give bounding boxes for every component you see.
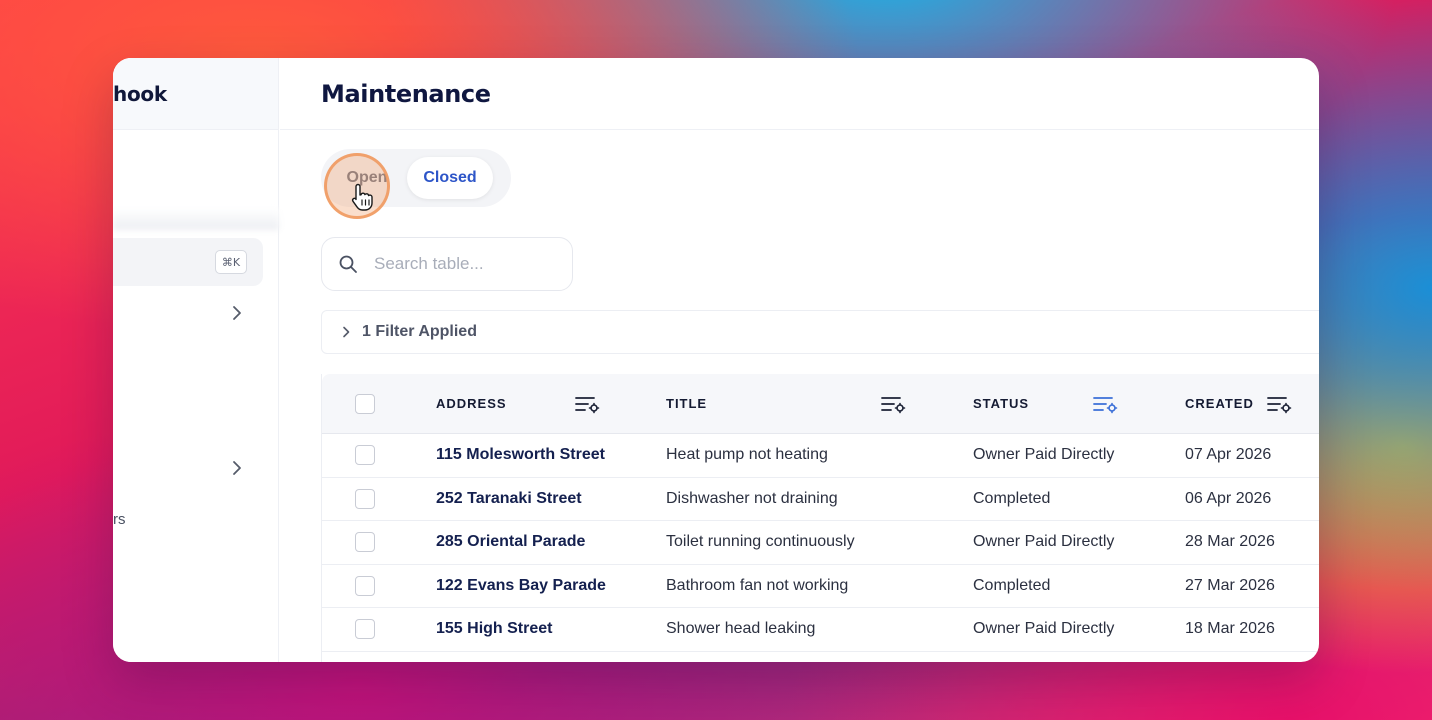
row-checkbox[interactable] bbox=[355, 619, 375, 640]
address-link[interactable]: 122 Evans Bay Parade bbox=[436, 577, 606, 595]
chevron-right-icon[interactable] bbox=[229, 460, 245, 476]
status-cell: Completed bbox=[973, 576, 1051, 594]
table-row[interactable]: 115 Molesworth Street Heat pump not heat… bbox=[322, 434, 1319, 478]
column-settings-icon[interactable] bbox=[1266, 393, 1292, 415]
title-cell: Dishwasher not draining bbox=[666, 489, 838, 507]
address-link[interactable]: 115 Molesworth Street bbox=[436, 446, 605, 464]
row-checkbox[interactable] bbox=[355, 488, 375, 509]
app-window: hook ⌘K rs Maintenance Open Closed Searc… bbox=[113, 58, 1319, 662]
title-cell: Heat pump not heating bbox=[666, 446, 828, 464]
shortcut-badge: ⌘K bbox=[215, 250, 247, 274]
column-settings-icon[interactable] bbox=[1092, 393, 1118, 415]
select-all-checkbox[interactable] bbox=[355, 393, 375, 414]
created-cell: 28 Mar 2026 bbox=[1185, 533, 1275, 551]
sidebar-item-label[interactable]: rs bbox=[113, 511, 126, 528]
column-header-created[interactable]: CREATED bbox=[1185, 396, 1254, 411]
tab-open[interactable]: Open bbox=[327, 157, 407, 199]
table-row[interactable]: 122 Evans Bay Parade Bathroom fan not wo… bbox=[322, 565, 1319, 608]
address-link[interactable]: 252 Taranaki Street bbox=[436, 490, 582, 508]
table-header: ADDRESS TITLE STATUS CREATED bbox=[322, 374, 1319, 434]
row-checkbox[interactable] bbox=[355, 445, 375, 466]
main-content: Maintenance Open Closed 1 Filter Applied bbox=[280, 58, 1319, 662]
brand: hook bbox=[113, 58, 278, 130]
filter-label: 1 Filter Applied bbox=[362, 323, 477, 340]
status-cell: Completed bbox=[973, 489, 1051, 507]
created-cell: 18 Mar 2026 bbox=[1185, 620, 1275, 638]
filter-toggle[interactable]: 1 Filter Applied bbox=[321, 310, 1319, 354]
chevron-right-icon[interactable] bbox=[229, 305, 245, 321]
table-row[interactable]: 155 High Street Shower head leaking Owne… bbox=[322, 608, 1319, 652]
status-cell: Owner Paid Directly bbox=[973, 446, 1115, 464]
address-link[interactable]: 285 Oriental Parade bbox=[436, 533, 585, 551]
search-input[interactable] bbox=[374, 254, 564, 274]
search-icon bbox=[339, 255, 357, 273]
column-header-status[interactable]: STATUS bbox=[973, 396, 1029, 411]
title-cell: Toilet running continuously bbox=[666, 533, 855, 551]
status-tabs: Open Closed bbox=[321, 149, 511, 207]
maintenance-table: ADDRESS TITLE STATUS CREATED 115 Moleswo… bbox=[321, 374, 1319, 662]
row-checkbox[interactable] bbox=[355, 575, 375, 596]
table-search[interactable] bbox=[321, 237, 573, 291]
title-cell: Shower head leaking bbox=[666, 620, 816, 638]
column-header-title[interactable]: TITLE bbox=[666, 396, 707, 411]
created-cell: 27 Mar 2026 bbox=[1185, 576, 1275, 594]
tab-closed[interactable]: Closed bbox=[407, 157, 493, 199]
page-header: Maintenance bbox=[280, 58, 1319, 130]
column-settings-icon[interactable] bbox=[574, 393, 600, 415]
status-cell: Owner Paid Directly bbox=[973, 533, 1115, 551]
address-link[interactable]: 155 High Street bbox=[436, 620, 552, 638]
table-row[interactable]: 285 Oriental Parade Toilet running conti… bbox=[322, 521, 1319, 565]
column-header-address[interactable]: ADDRESS bbox=[436, 396, 507, 411]
title-cell: Bathroom fan not working bbox=[666, 576, 849, 594]
created-cell: 06 Apr 2026 bbox=[1185, 489, 1272, 507]
sidebar-divider bbox=[113, 208, 279, 230]
row-checkbox[interactable] bbox=[355, 532, 375, 553]
table-row[interactable]: 252 Taranaki Street Dishwasher not drain… bbox=[322, 478, 1319, 521]
chevron-right-icon bbox=[343, 326, 350, 338]
page-title: Maintenance bbox=[321, 79, 491, 108]
sidebar: hook ⌘K rs bbox=[113, 58, 279, 662]
status-cell: Owner Paid Directly bbox=[973, 620, 1115, 638]
column-settings-icon[interactable] bbox=[880, 393, 906, 415]
brand-name: hook bbox=[113, 81, 167, 106]
created-cell: 07 Apr 2026 bbox=[1185, 446, 1272, 464]
